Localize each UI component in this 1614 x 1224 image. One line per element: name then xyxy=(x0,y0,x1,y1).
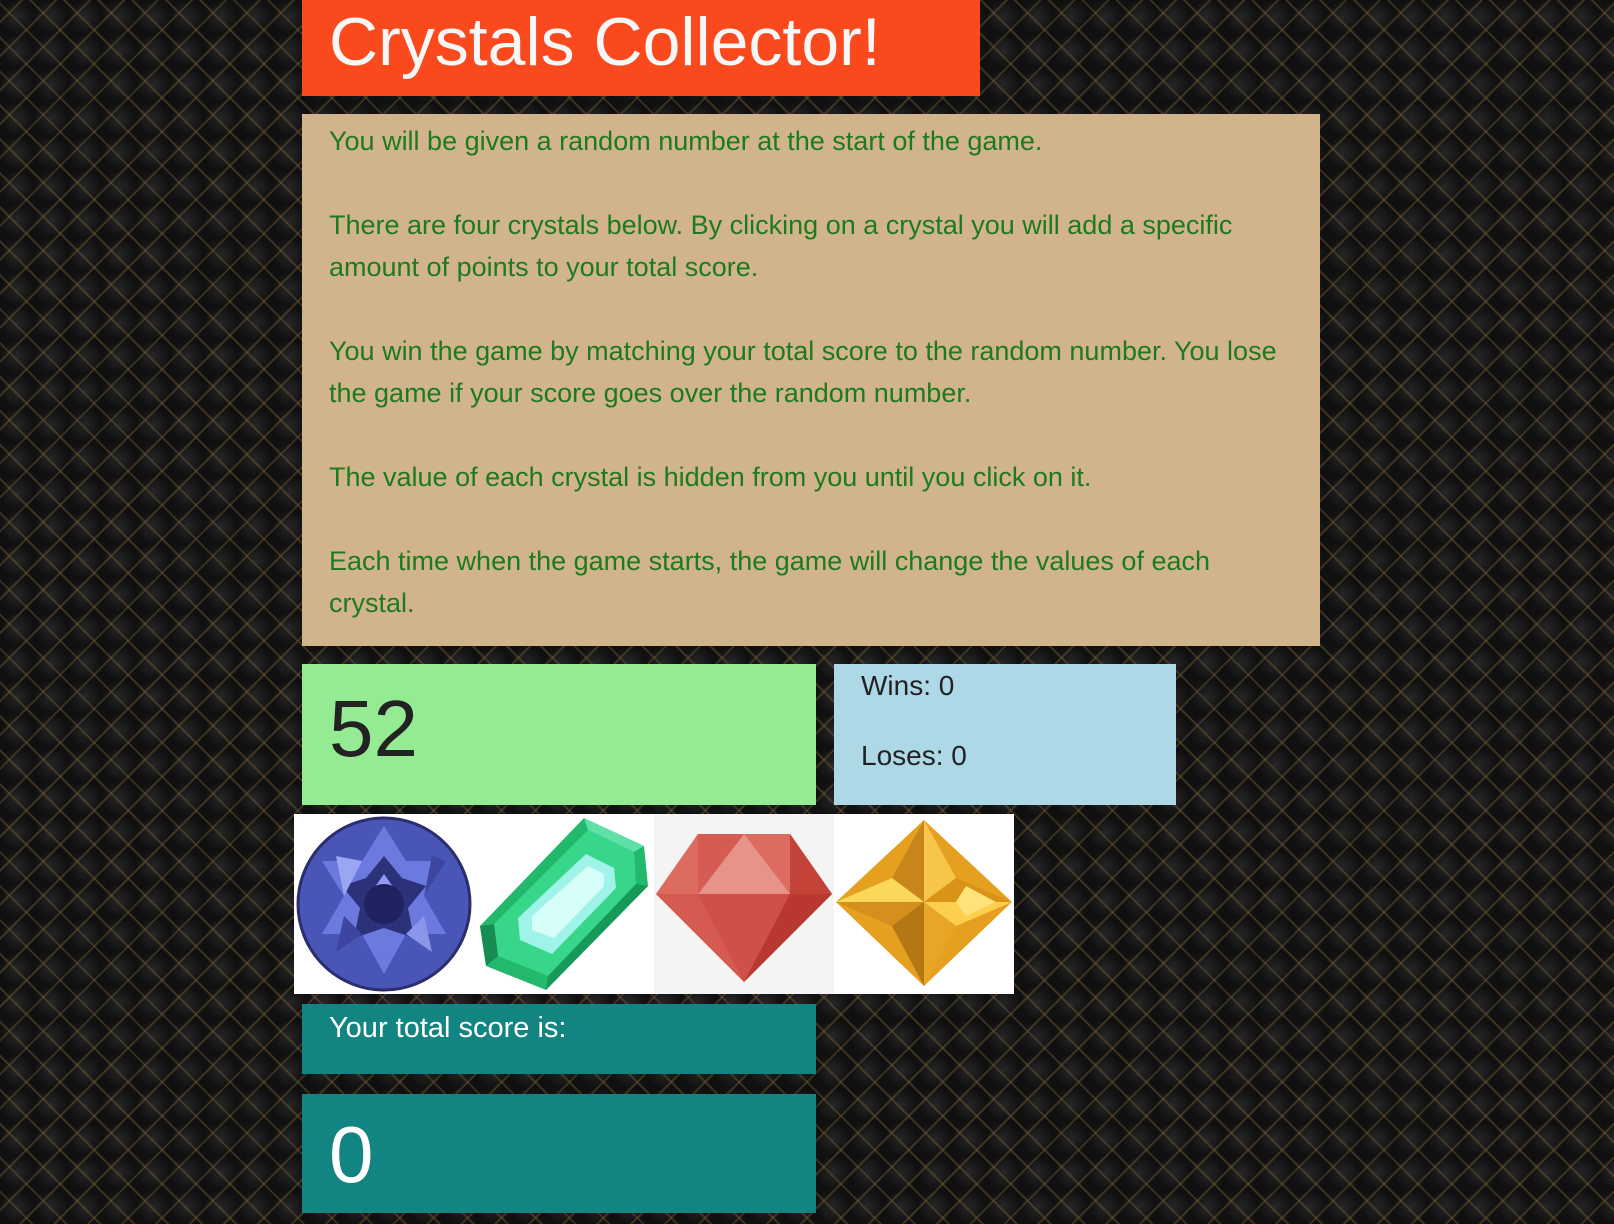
crystal-button-yellow[interactable] xyxy=(834,814,1014,994)
crystal-row xyxy=(294,814,1014,994)
target-number-box: 52 xyxy=(302,664,816,805)
total-score: 0 xyxy=(329,1110,374,1199)
blue-crystal-icon xyxy=(296,816,472,992)
crystal-button-green[interactable] xyxy=(474,814,654,994)
instruction-paragraph: You win the game by matching your total … xyxy=(329,336,1277,408)
instructions-panel: You will be given a random number at the… xyxy=(302,114,1320,646)
target-number: 52 xyxy=(329,684,418,773)
page-title: Crystals Collector! xyxy=(329,4,881,80)
instruction-paragraph: Each time when the game starts, the game… xyxy=(329,546,1210,618)
instruction-paragraph: There are four crystals below. By clicki… xyxy=(329,210,1233,282)
yellow-crystal-icon xyxy=(836,820,1012,986)
total-score-box: 0 xyxy=(302,1094,816,1213)
score-label-box: Your total score is: xyxy=(302,1004,816,1074)
instruction-paragraph: The value of each crystal is hidden from… xyxy=(329,462,1092,492)
wins-counter: Wins: 0 xyxy=(861,670,955,701)
red-crystal-icon xyxy=(656,834,832,982)
green-crystal-icon xyxy=(480,818,648,990)
crystal-button-red[interactable] xyxy=(654,814,834,994)
stats-box: Wins: 0 Loses: 0 xyxy=(834,664,1176,805)
instruction-paragraph: You will be given a random number at the… xyxy=(329,126,1043,156)
score-label: Your total score is: xyxy=(329,1012,567,1044)
crystal-button-blue[interactable] xyxy=(294,814,474,994)
loses-counter: Loses: 0 xyxy=(861,740,967,771)
title-bar: Crystals Collector! xyxy=(302,0,980,96)
